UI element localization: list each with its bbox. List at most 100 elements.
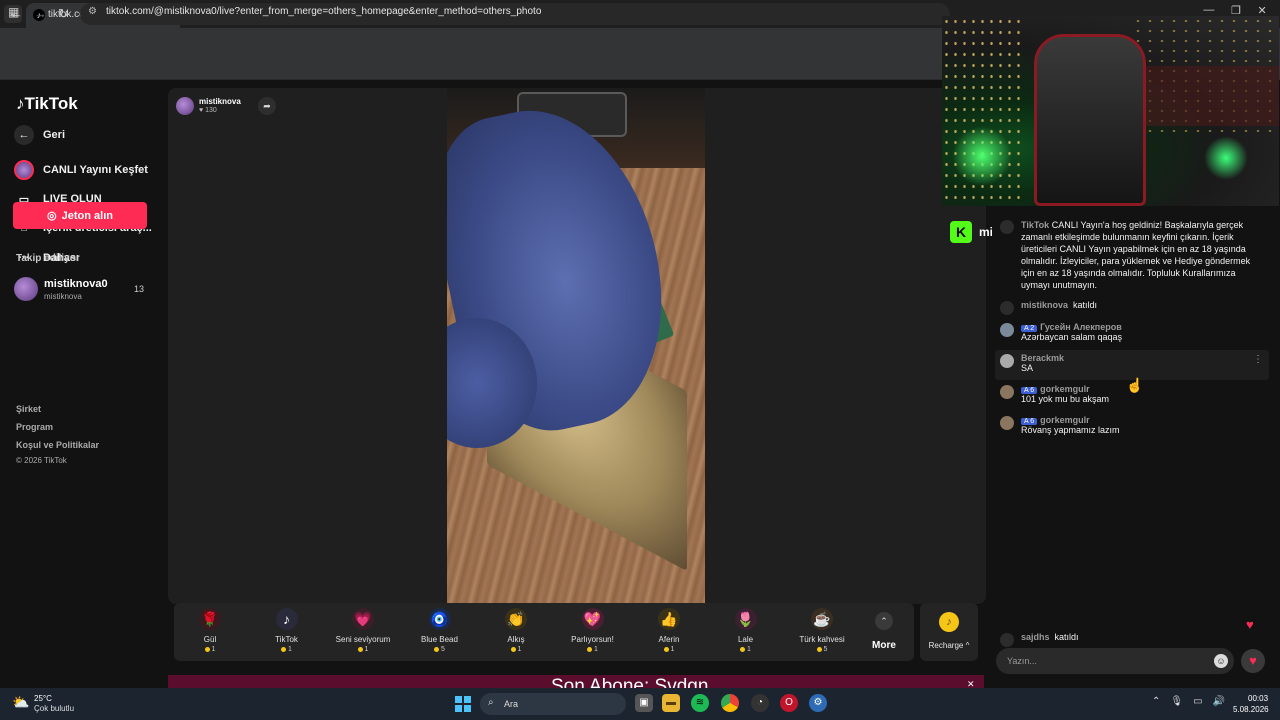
chat-avatar[interactable]	[1000, 416, 1014, 430]
gift-item[interactable]: 👍 Aferin 1	[633, 608, 705, 653]
sidebar-item-explore-live[interactable]: CANLI Yayını Keşfet	[14, 159, 148, 181]
gift-item[interactable]: 👏 Alkış 1	[480, 608, 552, 653]
clock-time[interactable]: 00:03	[1248, 694, 1268, 703]
footer-company-link[interactable]: Şirket	[16, 404, 41, 414]
kick-logo-icon: K	[950, 221, 972, 243]
more-gifts-button[interactable]: ⌃ More	[866, 612, 902, 651]
share-icon[interactable]: ➦	[258, 97, 276, 115]
host-likes: ♥ 130	[199, 107, 217, 114]
gift-name: Gül	[203, 635, 217, 644]
gift-heart-button[interactable]: ♥	[1241, 649, 1265, 673]
taskbar-search-label[interactable]: Ara	[504, 699, 518, 709]
gift-price: 1	[633, 646, 705, 653]
back-button[interactable]: ← Geri	[14, 124, 65, 146]
chat-user[interactable]: Berackmk	[1021, 353, 1064, 363]
clock-date[interactable]: 5.08.2026	[1233, 705, 1269, 714]
site-info-icon[interactable]: ⚙	[88, 6, 97, 17]
live-video[interactable]	[447, 88, 705, 603]
chat-avatar[interactable]	[1000, 354, 1014, 368]
spotify-icon[interactable]: ≋	[691, 694, 709, 712]
chat-input-placeholder[interactable]: Yazın...	[1007, 656, 1037, 666]
chat-join-message: mistiknova katıldı	[1000, 300, 1266, 315]
following-avatar[interactable]	[14, 277, 38, 301]
gift-price: 5	[786, 646, 858, 653]
gift-price: 1	[557, 646, 629, 653]
tray-overflow-icon[interactable]: ⌃	[1152, 696, 1160, 707]
host-likes-count: 130	[205, 107, 217, 114]
sidebar: ♪TikTok ← Geri CANLI Yayını Keşfet ▭ LIV…	[0, 80, 165, 688]
gift-name: Parlıyorsun!	[571, 635, 614, 644]
weather-cloud-icon[interactable]: ⛅	[12, 694, 29, 711]
level-badge: A 6	[1021, 418, 1038, 425]
forward-arrow-icon[interactable]: →	[34, 6, 47, 21]
recharge-label: Recharge ^	[928, 641, 970, 650]
microphone-icon[interactable]: 🎙	[1170, 696, 1183, 707]
level-badge: A 2	[1021, 325, 1038, 332]
chat-avatar[interactable]	[1000, 323, 1014, 337]
footer-terms-link[interactable]: Koşul ve Politikalar	[16, 440, 99, 450]
tiktok-gift-icon: ♪	[275, 608, 298, 630]
gift-item[interactable]: ♪ TikTok 1	[251, 608, 323, 653]
message-more-icon[interactable]: ⋮	[1253, 354, 1263, 365]
recharge-button[interactable]: ♪ Recharge ^	[920, 603, 978, 661]
url-text[interactable]: tiktok.com/@mistiknova0/live?enter_from_…	[106, 6, 541, 17]
chat-avatar[interactable]	[1000, 385, 1014, 399]
gift-price: 1	[710, 646, 782, 653]
rose-icon: 🌹	[199, 608, 221, 630]
chat-user[interactable]: gorkemgulr	[1040, 415, 1090, 425]
gift-item[interactable]: 💗 Seni seviyorum 1	[327, 608, 399, 653]
back-label: Geri	[43, 129, 66, 141]
gaming-chair	[1034, 34, 1146, 206]
gift-price: 1	[327, 646, 399, 653]
coin-icon: ◎	[47, 210, 57, 222]
gift-item[interactable]: 🧿 Blue Bead 5	[404, 608, 476, 653]
gift-price: 1	[174, 646, 246, 653]
logo-text: TikTok	[24, 94, 78, 113]
chat-text: Rövanş yapmamız lazım	[1021, 425, 1120, 435]
weather-temperature[interactable]: 25°C	[34, 694, 52, 703]
chat-user[interactable]: gorkemgulr	[1040, 384, 1090, 394]
task-view-icon[interactable]: ▣	[635, 694, 653, 712]
settings-gear-icon[interactable]: ⚙	[809, 694, 827, 712]
gift-name: Lale	[737, 635, 754, 644]
taskbar-search[interactable]	[480, 693, 626, 715]
gift-item[interactable]: 🌷 Lale 1	[710, 608, 782, 653]
chat-user[interactable]: mistiknova	[1021, 300, 1068, 310]
gift-item[interactable]: ☕ Türk kahvesi 5	[786, 608, 858, 653]
sidebar-item-label: CANLI Yayını Keşfet	[43, 164, 148, 176]
tiktok-logo[interactable]: ♪TikTok	[16, 94, 78, 114]
shine-heart-icon: 💖	[581, 608, 604, 630]
gift-item[interactable]: 💖 Parlıyorsun! 1	[557, 608, 629, 653]
display-icon[interactable]: ▭	[1193, 696, 1202, 707]
host-name[interactable]: mistiknova	[199, 97, 241, 106]
footer-program-link[interactable]: Program	[16, 422, 53, 432]
opera-icon[interactable]: O	[780, 694, 798, 712]
volume-icon[interactable]: 🔊	[1213, 696, 1225, 707]
host-avatar[interactable]	[176, 97, 194, 115]
windows-start-icon[interactable]	[455, 696, 471, 712]
chrome-icon[interactable]	[721, 694, 739, 712]
level-badge: A 6	[1021, 387, 1038, 394]
background-shelf	[1142, 66, 1279, 126]
love-icon: 💗	[352, 608, 374, 630]
chat-user[interactable]: Гусейн Алекперов	[1040, 322, 1122, 332]
gift-name: TikTok	[275, 635, 298, 644]
weather-description[interactable]: Çok bulutlu	[34, 704, 74, 713]
get-coins-button[interactable]: ◎ Jeton alın	[13, 202, 147, 229]
gift-name: Aferin	[658, 635, 680, 644]
chat-user[interactable]: sajdhs	[1021, 632, 1050, 642]
file-explorer-icon[interactable]: ▬	[662, 694, 680, 712]
following-name[interactable]: mistiknova0	[44, 278, 108, 290]
reload-icon[interactable]: ↻	[58, 6, 69, 22]
blue-bead-icon: 🧿	[428, 608, 451, 630]
clap-icon: 👏	[505, 608, 527, 630]
app-icon[interactable]: ◔	[751, 694, 769, 712]
chat-text: CANLI Yayın'a hoş geldiniz! Başkalarıyla…	[1021, 220, 1251, 290]
gift-name: Türk kahvesi	[799, 635, 845, 644]
apps-grid-icon[interactable]: ▦	[8, 5, 19, 19]
gift-item[interactable]: 🌹 Gül 1	[174, 608, 246, 653]
tiktok-note-icon: ♪	[16, 94, 25, 113]
chat-message: A 6 gorkemgulr 101 yok mu bu akşam	[1000, 384, 1266, 404]
emoji-icon[interactable]: ☺	[1214, 654, 1228, 668]
chat-text: SA	[1021, 363, 1034, 373]
